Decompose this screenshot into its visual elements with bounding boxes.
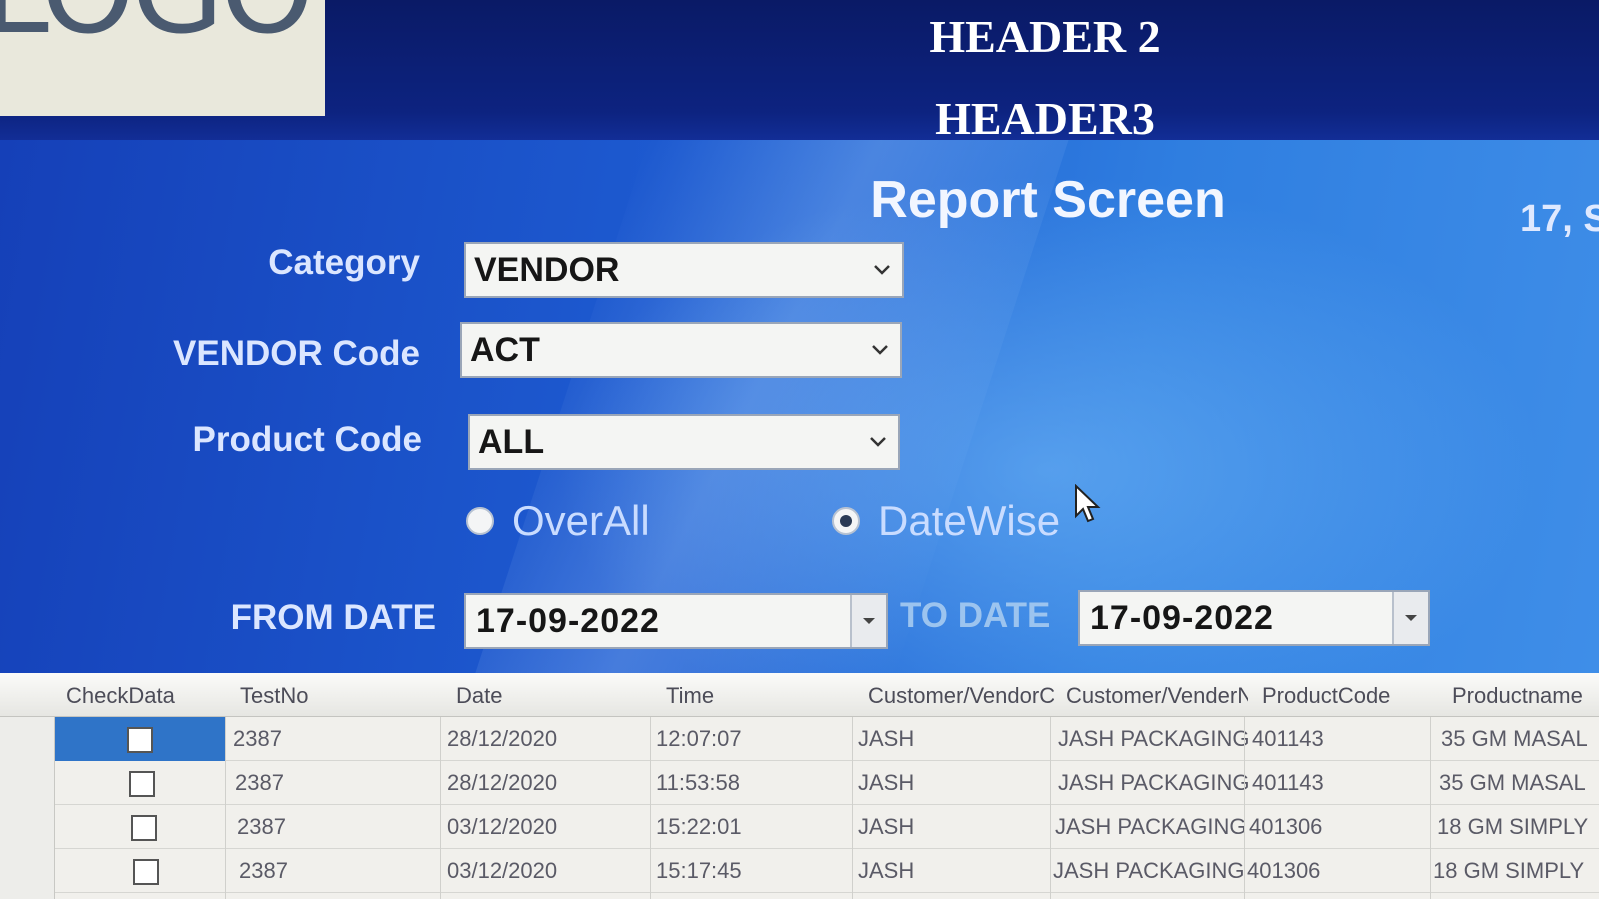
column-divider xyxy=(650,717,651,899)
chevron-down-icon[interactable] xyxy=(860,324,900,376)
from-date-label: FROM DATE xyxy=(230,598,436,637)
row-checkbox[interactable] xyxy=(127,727,153,753)
from-date-picker[interactable]: 17-09-2022 xyxy=(464,593,888,649)
cell-product-code: 401306 xyxy=(1247,858,1321,883)
table-row[interactable]: 2387 03/12/2020 15:17:45 JASH JASH PACKA… xyxy=(55,849,1599,893)
cell-vendor-code: JASH xyxy=(858,858,915,883)
overall-radio-label: OverAll xyxy=(512,497,650,544)
row-header-column xyxy=(0,717,55,899)
cell-date: 03/12/2020 xyxy=(447,814,558,839)
cell-product-code: 401306 xyxy=(1249,814,1323,839)
cell-vendor-code: JASH xyxy=(858,726,915,751)
report-grid[interactable]: CheckData TestNo Date Time Customer/Vend… xyxy=(0,673,1599,899)
product-code-value: ALL xyxy=(478,422,545,461)
cell-testno: 2387 xyxy=(235,770,284,795)
cell-product-name: 18 GM SIMPLY xyxy=(1433,858,1585,883)
column-header-product-name[interactable]: Productname xyxy=(1452,683,1599,709)
cell-vendor-name: JASH PACKAGING xyxy=(1058,726,1250,751)
page-title: Report Screen xyxy=(870,171,1226,229)
column-divider xyxy=(440,717,441,899)
cell-product-name: 18 GM SIMPLY xyxy=(1437,814,1589,839)
column-header-vendor-name[interactable]: Customer/VenderN xyxy=(1066,683,1248,709)
cell-date: 03/12/2020 xyxy=(447,858,558,883)
cell-vendor-name: JASH PACKAGING xyxy=(1055,814,1247,839)
column-header-vendor-code[interactable]: Customer/VendorC xyxy=(868,683,1054,709)
row-checkbox[interactable] xyxy=(131,815,157,841)
cell-product-code: 401143 xyxy=(1252,770,1324,795)
to-date-label: TO DATE xyxy=(900,596,1051,635)
grid-header: CheckData TestNo Date Time Customer/Vend… xyxy=(0,673,1599,717)
chevron-down-icon[interactable] xyxy=(862,244,902,296)
calendar-dropdown-icon[interactable] xyxy=(1392,592,1428,644)
radio-checked-icon[interactable] xyxy=(832,507,860,535)
logo-text: LOGO xyxy=(0,0,314,61)
calendar-dropdown-icon[interactable] xyxy=(850,595,886,647)
to-date-picker[interactable]: 17-09-2022 xyxy=(1078,590,1430,646)
cell-vendor-code: JASH xyxy=(858,770,915,795)
header-3: HEADER3 xyxy=(935,93,1155,144)
cell-vendor-name: JASH PACKAGING xyxy=(1053,858,1245,883)
mouse-cursor-icon xyxy=(1074,483,1102,528)
vendor-code-label: VENDOR Code xyxy=(173,334,420,373)
table-row[interactable]: 2387 28/12/2020 12:07:07 JASH JASH PACKA… xyxy=(55,717,1599,761)
overall-radio[interactable]: OverAll xyxy=(466,497,650,545)
chevron-down-icon[interactable] xyxy=(858,416,898,468)
category-select[interactable]: VENDOR xyxy=(464,242,904,298)
cell-testno: 2387 xyxy=(233,726,282,751)
from-date-value[interactable]: 17-09-2022 xyxy=(466,602,850,641)
vendor-code-select[interactable]: ACT xyxy=(460,322,902,378)
column-header-date[interactable]: Date xyxy=(456,683,646,709)
table-row[interactable]: 2387 28/12/2020 11:53:58 JASH JASH PACKA… xyxy=(55,761,1599,805)
datewise-radio[interactable]: DateWise xyxy=(832,497,1060,545)
cell-testno: 2387 xyxy=(237,814,286,839)
column-header-product-code[interactable]: ProductCode xyxy=(1262,683,1442,709)
row-checkbox[interactable] xyxy=(133,859,159,885)
column-divider xyxy=(1050,717,1051,899)
cell-date: 28/12/2020 xyxy=(447,770,558,795)
column-header-time[interactable]: Time xyxy=(666,683,846,709)
cell-time: 15:22:01 xyxy=(656,814,742,839)
column-divider xyxy=(1244,717,1245,899)
product-code-label: Product Code xyxy=(192,420,422,459)
cell-vendor-name: JASH PACKAGING xyxy=(1058,770,1250,795)
cell-testno: 2387 xyxy=(239,858,288,883)
column-header-testno[interactable]: TestNo xyxy=(240,683,430,709)
side-text: 17, S xyxy=(1520,198,1599,240)
cell-product-name: 35 GM MASAL xyxy=(1439,770,1586,795)
cell-time: 12:07:07 xyxy=(656,726,742,751)
cell-date: 28/12/2020 xyxy=(447,726,558,751)
cell-product-name: 35 GM MASAL xyxy=(1441,726,1588,751)
product-code-select[interactable]: ALL xyxy=(468,414,900,470)
category-label: Category xyxy=(268,243,420,282)
row-checkbox[interactable] xyxy=(129,771,155,797)
column-header-checkdata[interactable]: CheckData xyxy=(66,683,226,709)
cell-vendor-code: JASH xyxy=(858,814,915,839)
column-divider xyxy=(852,717,853,899)
table-row[interactable]: 2387 03/12/2020 15:22:01 JASH JASH PACKA… xyxy=(55,805,1599,849)
cell-product-code: 401143 xyxy=(1252,726,1324,751)
category-value: VENDOR xyxy=(474,250,620,289)
header-2: HEADER 2 xyxy=(929,11,1161,62)
cell-time: 15:17:45 xyxy=(656,858,742,883)
column-divider xyxy=(1430,717,1431,899)
datewise-radio-label: DateWise xyxy=(878,497,1061,544)
cell-time: 11:53:58 xyxy=(656,770,741,795)
column-divider xyxy=(225,717,226,899)
radio-unchecked-icon[interactable] xyxy=(466,507,494,535)
vendor-code-value: ACT xyxy=(470,330,540,369)
to-date-value[interactable]: 17-09-2022 xyxy=(1080,599,1392,638)
logo: LOGO xyxy=(0,0,325,116)
